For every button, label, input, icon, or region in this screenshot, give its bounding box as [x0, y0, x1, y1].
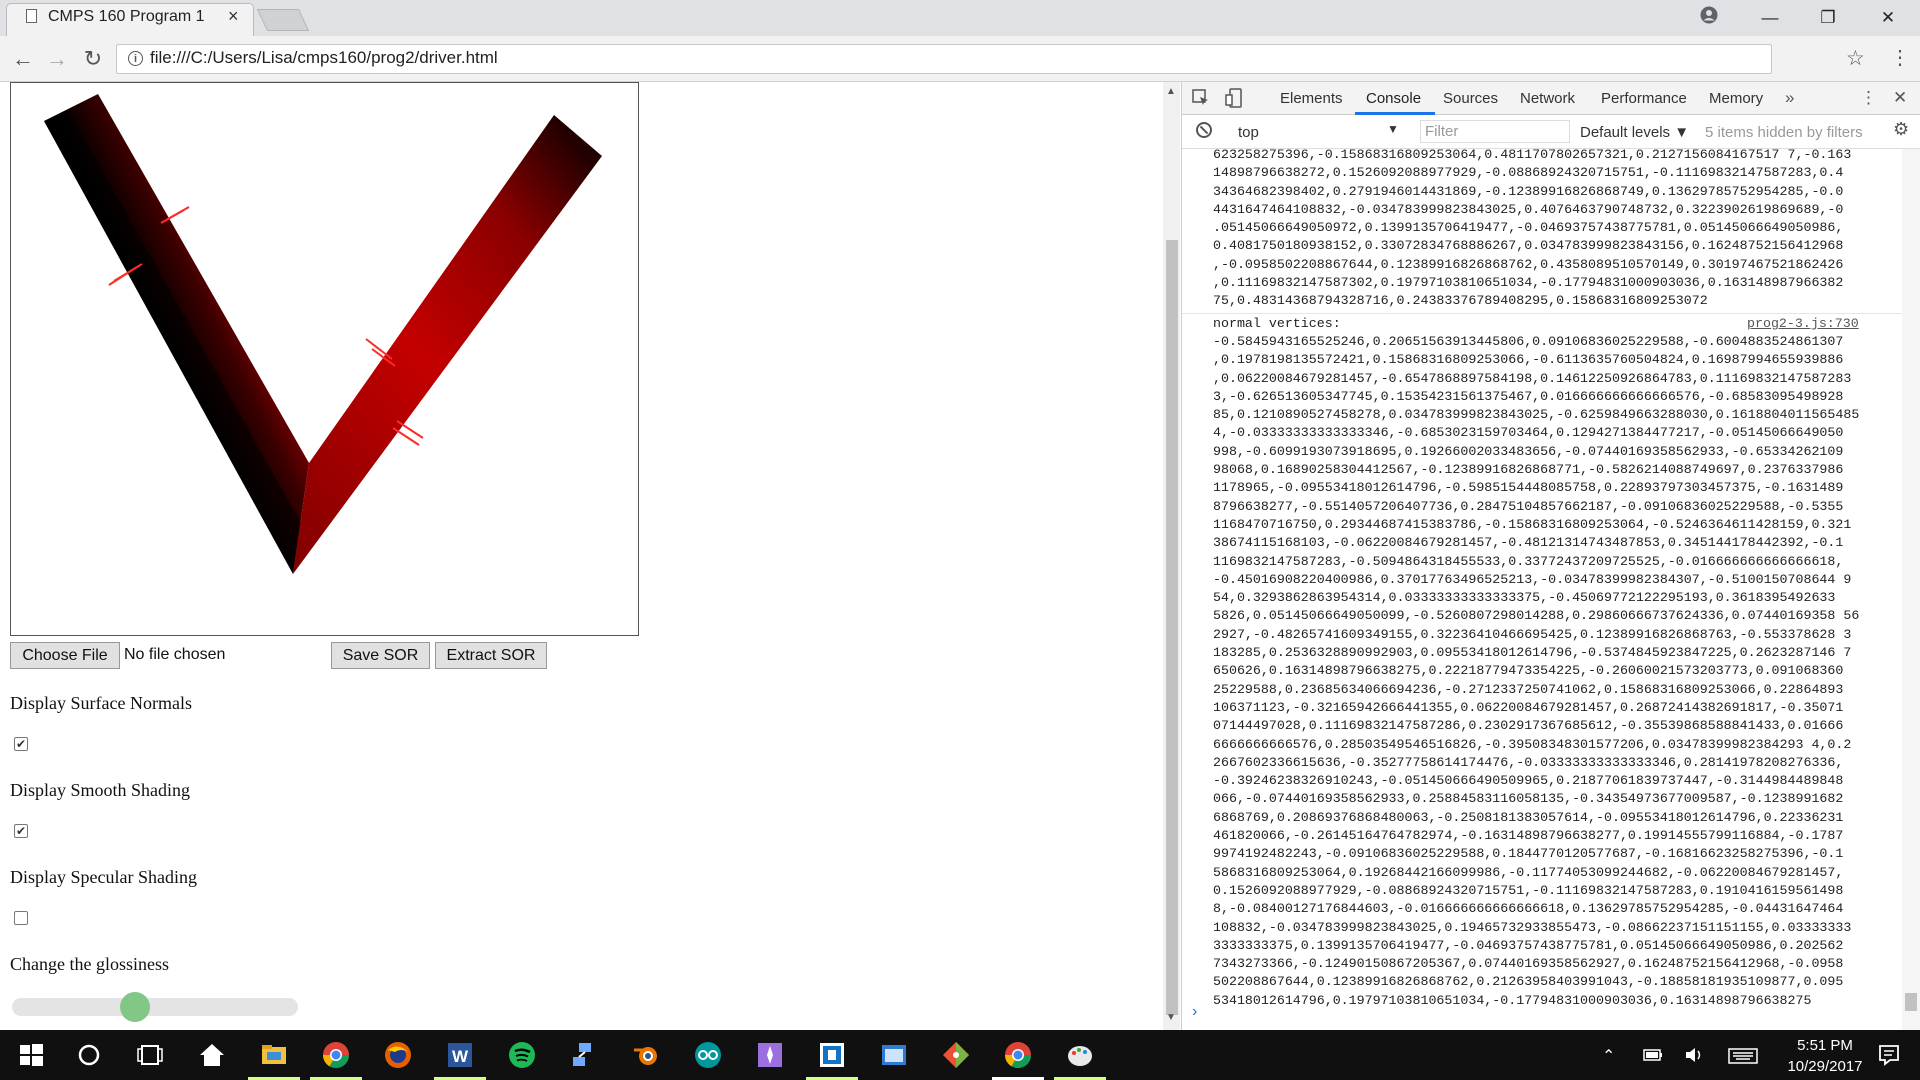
specular-shading-label: Display Specular Shading: [10, 867, 197, 887]
forward-button[interactable]: →: [42, 44, 72, 74]
clear-console-icon[interactable]: [1196, 122, 1212, 138]
back-button[interactable]: ←: [8, 44, 38, 74]
choose-file-button[interactable]: Choose File: [10, 642, 120, 669]
spotify-icon[interactable]: [507, 1040, 537, 1070]
firefox-icon[interactable]: [383, 1040, 413, 1070]
scroll-down-arrow-icon[interactable]: ▼: [1166, 1012, 1176, 1023]
info-icon[interactable]: i: [128, 51, 143, 66]
volume-icon[interactable]: [1684, 1045, 1704, 1065]
devtools-close-icon[interactable]: ✕: [1893, 88, 1907, 108]
tab-network[interactable]: Network: [1520, 90, 1575, 107]
tab-title: CMPS 160 Program 1: [48, 8, 205, 25]
smooth-shading-checkbox[interactable]: ✔: [14, 824, 28, 838]
dropdown-arrow-icon[interactable]: ▼: [1387, 122, 1399, 136]
check-icon: ✔: [15, 737, 27, 751]
extract-sor-button[interactable]: Extract SOR: [435, 642, 547, 669]
hidden-items-text: 5 items hidden by filters: [1705, 124, 1863, 141]
keyboard-icon[interactable]: [1728, 1047, 1758, 1065]
word-icon[interactable]: W: [445, 1040, 475, 1070]
tab-memory[interactable]: Memory: [1709, 90, 1763, 107]
tab-console[interactable]: Console: [1366, 90, 1421, 107]
notification-center-icon[interactable]: [1877, 1043, 1901, 1067]
check-icon: ✔: [15, 824, 27, 838]
log-levels-dropdown[interactable]: Default levels ▼: [1580, 124, 1689, 141]
profile-icon[interactable]: [1700, 6, 1718, 24]
show-hidden-icons-icon[interactable]: ⌃: [1602, 1046, 1615, 1066]
left-arm-shadow: [44, 111, 301, 574]
tab-close-icon[interactable]: ×: [228, 6, 239, 27]
normal-line: [392, 427, 420, 446]
window-restore-button[interactable]: ❐: [1806, 4, 1850, 32]
inspect-element-icon[interactable]: [1192, 89, 1210, 107]
console-log-label: normal vertices:: [1213, 316, 1341, 331]
console-prompt-input[interactable]: ›: [1192, 1003, 1197, 1021]
console-scrollbar-thumb[interactable]: [1905, 993, 1917, 1011]
glossiness-slider-thumb[interactable]: [119, 992, 150, 1022]
device-toolbar-icon[interactable]: [1225, 88, 1243, 108]
console-log-entry: 623258275396,-0.15868316809253064,0.4811…: [1213, 147, 1852, 309]
normal-line: [165, 206, 190, 221]
tab-sources[interactable]: Sources: [1443, 90, 1498, 107]
console-filter-input[interactable]: Filter: [1420, 120, 1570, 143]
app-window-icon[interactable]: [879, 1040, 909, 1070]
reload-button[interactable]: ↻: [78, 44, 108, 74]
app-blue-bracket-icon[interactable]: [817, 1040, 847, 1070]
no-file-text: No file chosen: [124, 646, 226, 663]
console-separator: [1182, 313, 1902, 314]
tab-performance[interactable]: Performance: [1601, 90, 1687, 107]
battery-icon[interactable]: [1643, 1047, 1663, 1063]
webgl-canvas[interactable]: [10, 82, 639, 636]
bookmark-star-icon[interactable]: ☆: [1846, 46, 1865, 71]
devtools-menu-icon[interactable]: ⋮: [1860, 88, 1877, 108]
tab-elements[interactable]: Elements: [1280, 90, 1343, 107]
chrome-icon[interactable]: [1003, 1040, 1033, 1070]
console-log-entry: -0.5845943165525246,0.20651563913445806,…: [1213, 334, 1860, 1008]
window-close-button[interactable]: ✕: [1866, 4, 1910, 32]
console-scrollbar[interactable]: [1902, 149, 1920, 1030]
smooth-shading-label: Display Smooth Shading: [10, 780, 191, 800]
glossiness-label: Change the glossiness: [10, 954, 169, 974]
windows-start-icon[interactable]: [16, 1040, 46, 1070]
page-scrollbar-thumb[interactable]: [1166, 240, 1178, 1015]
surface-normals-checkbox[interactable]: ✔: [14, 737, 28, 751]
surface-normals-label: Display Surface Normals: [10, 693, 192, 713]
search-icon[interactable]: [74, 1040, 104, 1070]
clock-date[interactable]: 10/29/2017: [1785, 1058, 1865, 1075]
rendered-sor-shape: [44, 94, 602, 574]
url-text[interactable]: file:///C:/Users/Lisa/cmps160/prog2/driv…: [150, 48, 498, 68]
more-tabs-icon[interactable]: »: [1785, 88, 1794, 108]
git-icon[interactable]: [941, 1040, 971, 1070]
specular-shading-checkbox[interactable]: [14, 911, 28, 925]
home-icon[interactable]: [197, 1040, 227, 1070]
clock-time[interactable]: 5:51 PM: [1785, 1037, 1865, 1054]
glossiness-slider-track[interactable]: [12, 998, 298, 1016]
paint-icon[interactable]: [1065, 1040, 1095, 1070]
console-source-link[interactable]: prog2-3.js:730: [1747, 315, 1859, 333]
blender-icon[interactable]: [631, 1040, 661, 1070]
network-tool-icon[interactable]: [569, 1040, 599, 1070]
normal-line: [365, 338, 393, 360]
save-sor-button[interactable]: Save SOR: [331, 642, 430, 669]
file-explorer-icon[interactable]: [259, 1040, 289, 1070]
chrome-icon[interactable]: [321, 1040, 351, 1070]
svg-text:W: W: [452, 1047, 469, 1066]
normal-line: [396, 420, 424, 439]
arduino-icon[interactable]: [693, 1040, 723, 1070]
app-purple-icon[interactable]: [755, 1040, 785, 1070]
document-icon: [26, 9, 37, 23]
scroll-up-arrow-icon[interactable]: ▲: [1166, 86, 1176, 97]
window-minimize-button[interactable]: —: [1748, 4, 1792, 32]
browser-menu-icon[interactable]: ⋮: [1890, 45, 1910, 70]
task-view-icon[interactable]: [135, 1040, 165, 1070]
right-arm: [293, 115, 602, 574]
context-selector[interactable]: top: [1238, 124, 1259, 141]
console-settings-gear-icon[interactable]: ⚙: [1893, 119, 1909, 140]
